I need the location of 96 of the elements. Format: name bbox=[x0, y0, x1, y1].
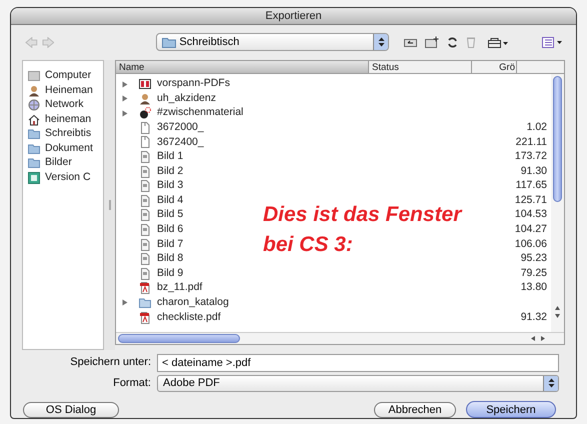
file-name[interactable]: Bild 9 bbox=[157, 266, 184, 282]
window-title: Exportieren bbox=[265, 8, 322, 24]
sidebar-item[interactable]: Network bbox=[45, 98, 84, 112]
splitter-handle[interactable] bbox=[104, 60, 115, 350]
disclosure-triangle-icon[interactable] bbox=[122, 110, 128, 117]
drive-menu-icon[interactable] bbox=[488, 36, 508, 48]
image-file-icon bbox=[139, 238, 151, 251]
sidebar-item[interactable]: heineman bbox=[45, 113, 92, 126]
new-folder-icon[interactable] bbox=[425, 36, 440, 48]
field-label: Format: bbox=[112, 376, 152, 392]
person-icon bbox=[139, 92, 151, 105]
disclosure-triangle-icon[interactable] bbox=[122, 95, 128, 102]
scroll-left-icon[interactable] bbox=[530, 334, 536, 342]
file-size: 125.71 bbox=[514, 192, 547, 208]
file-name[interactable]: Bild 3 bbox=[157, 178, 184, 194]
file-name[interactable]: 3672400_ bbox=[157, 134, 204, 150]
column-header[interactable]: Name bbox=[116, 60, 369, 73]
field-label: Speichern unter: bbox=[69, 355, 152, 370]
column-header[interactable]: Grö bbox=[472, 60, 517, 73]
sidebar-item[interactable]: Heineman bbox=[45, 84, 93, 98]
bomb-icon bbox=[139, 107, 151, 120]
file-name[interactable]: vorspann-PDFs bbox=[157, 76, 230, 92]
document-icon bbox=[139, 122, 151, 134]
image-file-icon bbox=[139, 209, 151, 222]
folder-icon bbox=[139, 296, 151, 309]
document-icon bbox=[139, 136, 151, 148]
file-name[interactable]: #zwischenmaterial bbox=[157, 105, 244, 122]
pdf-file-icon bbox=[139, 282, 151, 294]
disclosure-triangle-icon[interactable] bbox=[122, 299, 128, 306]
file-size: 104.53 bbox=[514, 207, 547, 222]
person-icon bbox=[28, 84, 40, 97]
stepper-icon bbox=[543, 376, 558, 391]
file-name[interactable]: bz_11.pdf bbox=[157, 280, 202, 296]
disclosure-triangle-icon[interactable] bbox=[122, 80, 128, 88]
sidebar-item[interactable]: Version C bbox=[45, 171, 91, 184]
file-name[interactable]: uh_akzidenz bbox=[157, 90, 216, 106]
image-file-icon bbox=[139, 180, 151, 192]
image-file-icon bbox=[139, 224, 151, 236]
annotation-text: bei CS 3: bbox=[263, 234, 353, 256]
file-size: 95.23 bbox=[520, 251, 547, 266]
cancel-button[interactable]: Abbrechen bbox=[374, 402, 456, 418]
file-name[interactable]: 3672000_ bbox=[157, 120, 204, 136]
sidebar-item[interactable]: Schreibtis bbox=[45, 128, 92, 141]
parent-folder-icon[interactable] bbox=[404, 37, 418, 48]
file-name[interactable]: Bild 5 bbox=[157, 207, 184, 224]
scroll-right-icon[interactable] bbox=[540, 334, 546, 342]
file-name[interactable]: Bild 1 bbox=[157, 149, 184, 165]
scroll-up-icon[interactable] bbox=[554, 304, 561, 311]
stepper-icon bbox=[373, 34, 388, 50]
file-name[interactable]: checkliste.pdf bbox=[157, 310, 221, 326]
folder-icon bbox=[28, 128, 40, 140]
location-dropdown[interactable]: Schreibtisch bbox=[156, 33, 390, 52]
file-size: 91.30 bbox=[520, 164, 547, 179]
file-name[interactable]: Bild 2 bbox=[157, 164, 184, 180]
file-name[interactable]: Bild 7 bbox=[157, 236, 184, 252]
folder-icon bbox=[28, 157, 40, 170]
image-file-icon bbox=[139, 194, 151, 207]
file-size: 104.27 bbox=[514, 222, 547, 238]
file-name[interactable]: Bild 4 bbox=[157, 192, 184, 209]
file-size: 1.02 bbox=[526, 120, 547, 135]
file-size: 79.25 bbox=[520, 266, 547, 281]
sidebar-item[interactable]: Bilder bbox=[45, 156, 72, 170]
refresh-icon[interactable] bbox=[447, 36, 458, 48]
computer-icon bbox=[28, 70, 40, 82]
house-icon bbox=[28, 114, 40, 126]
file-size: 221.11 bbox=[516, 134, 547, 150]
folder-icon bbox=[162, 36, 176, 48]
file-name[interactable]: charon_katalog bbox=[157, 295, 229, 311]
file-name[interactable]: Bild 8 bbox=[157, 251, 184, 268]
column-header[interactable]: Status bbox=[369, 60, 472, 73]
filename-input[interactable]: < dateiname >.pdf bbox=[157, 354, 559, 372]
file-size: 13.80 bbox=[520, 280, 547, 296]
scroll-down-icon[interactable] bbox=[554, 312, 561, 319]
save-button[interactable]: Speichern bbox=[466, 401, 556, 418]
pdf-file-icon bbox=[139, 312, 151, 324]
os-dialog-button[interactable]: OS Dialog bbox=[23, 402, 119, 418]
slides-icon bbox=[139, 78, 151, 90]
image-file-icon bbox=[139, 253, 151, 266]
folder-icon bbox=[28, 142, 40, 155]
annotation-text: Dies ist das Fenster bbox=[263, 204, 462, 226]
sidebar-item[interactable]: Dokument bbox=[45, 142, 93, 156]
image-file-icon bbox=[139, 166, 151, 178]
file-size: 173.72 bbox=[514, 149, 547, 164]
image-file-icon bbox=[139, 268, 151, 280]
list-view-icon[interactable] bbox=[542, 36, 562, 48]
image-file-icon bbox=[139, 150, 151, 163]
file-size: 106.06 bbox=[514, 236, 547, 252]
vertical-scrollbar-thumb[interactable] bbox=[553, 76, 562, 202]
sidebar-item[interactable]: Computer bbox=[45, 70, 92, 83]
file-size: 117.65 bbox=[516, 178, 547, 194]
file-name[interactable]: Bild 6 bbox=[157, 222, 184, 238]
disk-icon bbox=[28, 172, 40, 184]
globe-icon bbox=[28, 99, 40, 112]
format-dropdown[interactable]: Adobe PDF bbox=[157, 374, 559, 392]
horizontal-scrollbar-thumb[interactable] bbox=[118, 334, 240, 343]
file-size: 91.32 bbox=[520, 310, 547, 325]
